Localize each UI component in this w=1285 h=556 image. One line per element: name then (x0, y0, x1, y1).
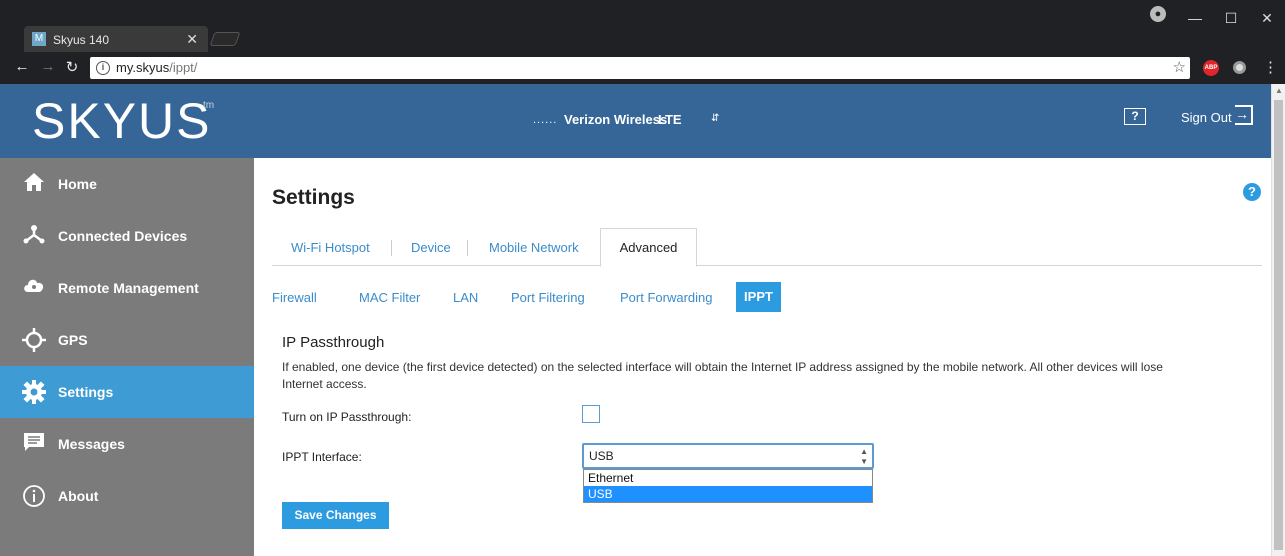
extension-icon[interactable] (1233, 61, 1246, 74)
new-tab-button[interactable] (209, 32, 241, 46)
sidebar-item-settings[interactable]: Settings (0, 366, 254, 418)
tab-device[interactable]: Device (411, 240, 451, 255)
data-transfer-icon: ⇵ (711, 113, 720, 124)
home-icon (22, 172, 46, 196)
header-help-icon[interactable]: ? (1124, 108, 1146, 125)
tab-advanced[interactable]: Advanced (600, 228, 697, 267)
subtab-lan[interactable]: LAN (453, 290, 478, 305)
site-info-icon[interactable]: i (96, 61, 110, 75)
gps-icon (22, 328, 46, 352)
section-title: IP Passthrough (282, 334, 385, 351)
logo-trademark: tm (203, 100, 215, 111)
sidebar-item-label: Remote Management (58, 280, 199, 296)
sidebar-item-about[interactable]: About (0, 470, 254, 522)
sign-out-link[interactable]: Sign Out (1181, 110, 1232, 125)
sidebar-item-label: About (58, 488, 99, 504)
url-text: my.skyus/ippt/ (116, 60, 198, 75)
subtab-ippt[interactable]: IPPT (736, 282, 781, 312)
tab-wifi-hotspot[interactable]: Wi-Fi Hotspot (291, 240, 370, 255)
page-scrollbar[interactable]: ▲ (1271, 84, 1285, 556)
ippt-interface-label: IPPT Interface: (282, 450, 362, 464)
subtab-port-filtering[interactable]: Port Filtering (511, 290, 585, 305)
subtab-firewall[interactable]: Firewall (272, 290, 317, 305)
network-type: LTE (658, 112, 682, 127)
browser-menu-icon[interactable]: ⋮ (1263, 58, 1278, 76)
sidebar-item-label: Connected Devices (58, 228, 188, 244)
sidebar-item-gps[interactable]: GPS (0, 314, 254, 366)
sidebar-item-label: Settings (58, 384, 114, 400)
main-content: Settings ? Wi-Fi Hotspot Device Mobile N… (254, 158, 1271, 556)
select-value: USB (589, 449, 614, 463)
sidebar-item-label: GPS (58, 332, 88, 348)
browser-toolbar: ← → ↻ i my.skyus/ippt/ ☆ ABP ⋮ (0, 52, 1285, 84)
signal-strength-icon: ...... (533, 114, 558, 126)
reload-icon[interactable]: ↻ (62, 58, 82, 76)
tab-mobile-network[interactable]: Mobile Network (489, 240, 579, 255)
option-usb[interactable]: USB (584, 486, 872, 502)
profile-icon[interactable]: ● (1150, 6, 1166, 22)
scroll-up-icon[interactable]: ▲ (1275, 86, 1283, 95)
sidebar-item-label: Home (58, 176, 97, 192)
sidebar: Home Connected Devices Remote Management… (0, 158, 254, 556)
page-header: SKYUS tm ...... Verizon Wireless LTE ⇵ ?… (0, 84, 1271, 158)
scroll-thumb[interactable] (1274, 100, 1283, 550)
back-icon[interactable]: ← (12, 58, 32, 75)
select-arrows-icon: ▲ ▼ (860, 447, 868, 466)
bookmark-star-icon[interactable]: ☆ (1173, 57, 1186, 79)
subtab-port-forwarding[interactable]: Port Forwarding (620, 290, 712, 305)
close-window-icon[interactable]: ✕ (1249, 4, 1285, 32)
sidebar-item-messages[interactable]: Messages (0, 418, 254, 470)
ippt-interface-dropdown: Ethernet USB (583, 469, 873, 503)
adblock-extension-icon[interactable]: ABP (1203, 60, 1219, 76)
passthrough-label: Turn on IP Passthrough: (282, 410, 412, 424)
cloud-icon (22, 276, 46, 300)
maximize-icon[interactable]: ☐ (1213, 4, 1249, 32)
tab-divider (467, 240, 468, 256)
browser-titlebar: M Skyus 140 ✕ ● — ☐ ✕ (0, 0, 1285, 52)
minimize-icon[interactable]: — (1177, 4, 1213, 32)
sidebar-item-home[interactable]: Home (0, 158, 254, 210)
subtab-mac-filter[interactable]: MAC Filter (359, 290, 420, 305)
advanced-subtabs: Firewall MAC Filter LAN Port Filtering P… (272, 282, 972, 312)
sign-out-icon[interactable]: → (1235, 105, 1253, 125)
info-icon (22, 484, 46, 508)
settings-tabs: Wi-Fi Hotspot Device Mobile Network Adva… (272, 228, 1262, 267)
help-icon[interactable]: ? (1243, 183, 1261, 201)
option-ethernet[interactable]: Ethernet (584, 470, 872, 486)
tab-close-icon[interactable]: ✕ (186, 31, 198, 48)
gear-icon (22, 380, 46, 404)
save-changes-button[interactable]: Save Changes (282, 502, 389, 529)
forward-icon[interactable]: → (38, 58, 58, 75)
ippt-interface-select[interactable]: USB ▲ ▼ (582, 443, 874, 469)
address-bar[interactable]: i my.skyus/ippt/ ☆ (90, 57, 1190, 79)
sidebar-item-remote-management[interactable]: Remote Management (0, 262, 254, 314)
connected-devices-icon (22, 224, 46, 248)
message-icon (22, 432, 46, 456)
skyus-logo: SKYUS (32, 93, 212, 149)
carrier-name: Verizon Wireless (564, 112, 668, 127)
browser-tab[interactable]: M Skyus 140 ✕ (24, 26, 208, 52)
tab-title: Skyus 140 (53, 33, 110, 47)
sidebar-item-connected-devices[interactable]: Connected Devices (0, 210, 254, 262)
page-title: Settings (272, 186, 355, 209)
tab-divider (391, 240, 392, 256)
sidebar-item-label: Messages (58, 436, 125, 452)
ip-passthrough-checkbox[interactable] (582, 405, 600, 423)
section-description: If enabled, one device (the first device… (282, 360, 1163, 391)
site-favicon-icon: M (32, 32, 46, 46)
